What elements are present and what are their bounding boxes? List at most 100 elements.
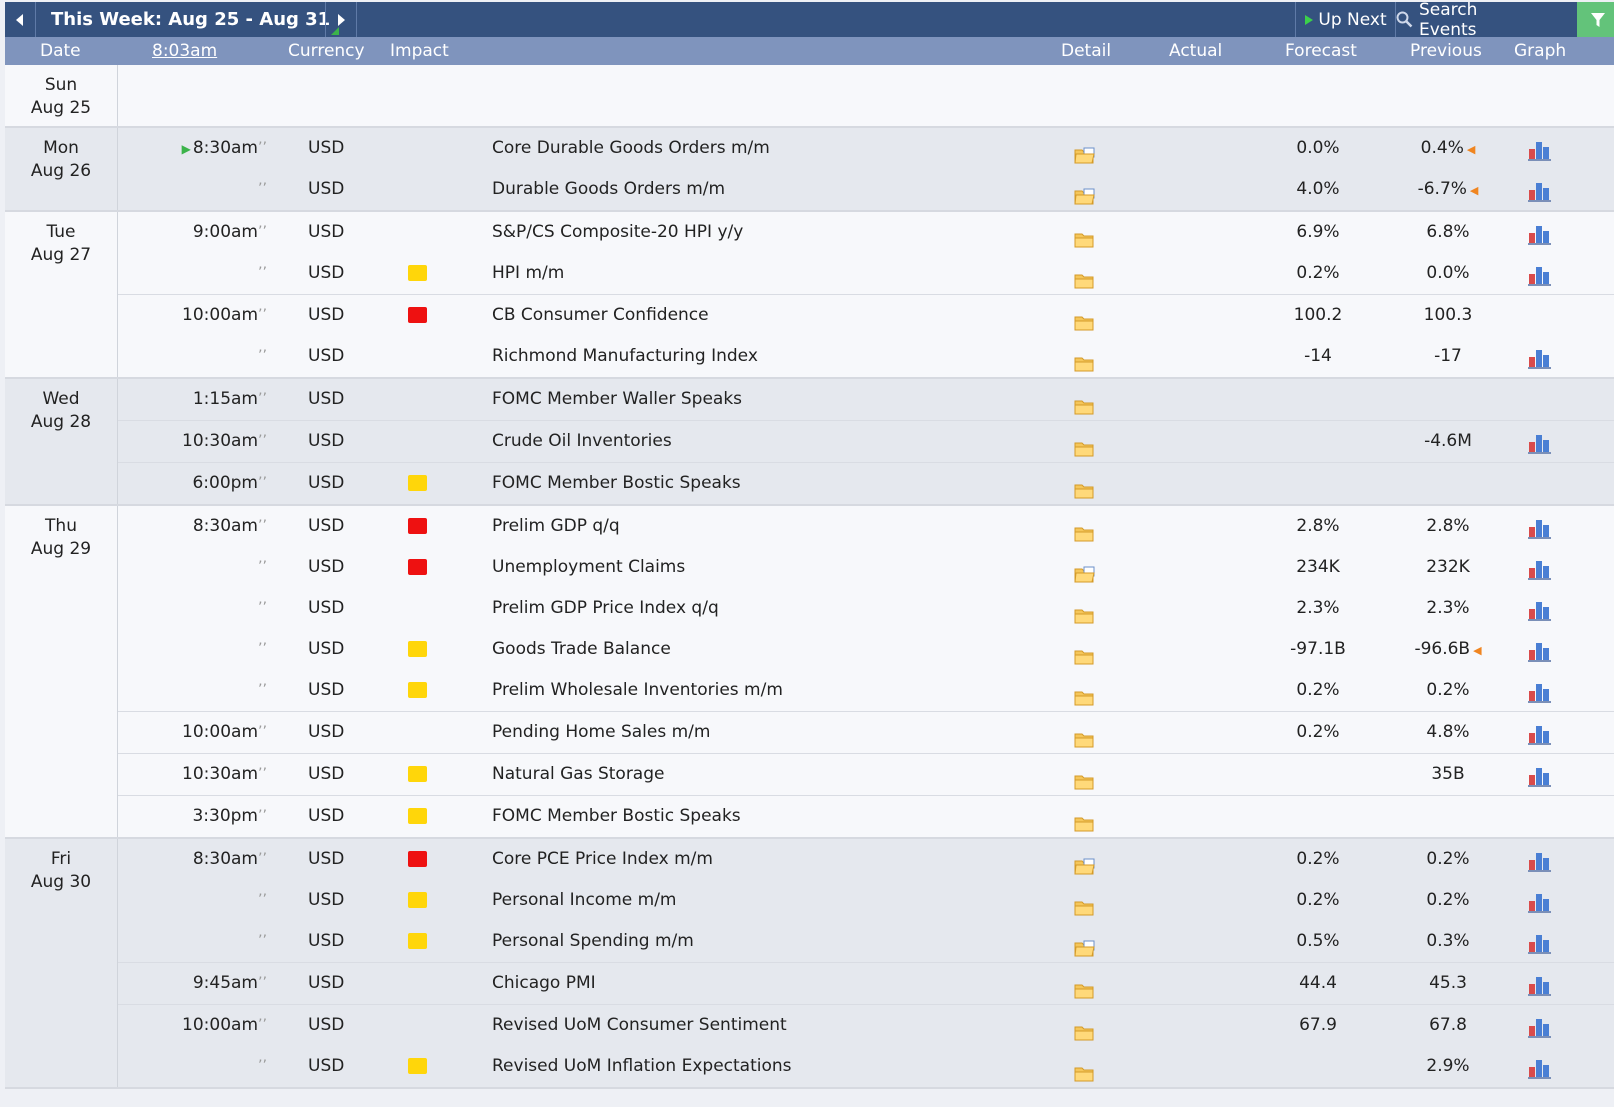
detail-folder-icon[interactable] <box>1074 974 1096 999</box>
graph-icon[interactable] <box>1527 678 1553 703</box>
detail-folder-icon[interactable] <box>1074 264 1096 289</box>
graph-icon[interactable] <box>1527 847 1553 872</box>
event-row[interactable]: ’’ USD Personal Income m/m 0.2% 0.2% <box>118 880 1614 921</box>
next-week-button[interactable] <box>325 2 357 37</box>
detail-folder-icon[interactable] <box>1074 474 1096 499</box>
week-title[interactable]: This Week: Aug 25 - Aug 31 <box>35 2 341 37</box>
detail-folder-icon[interactable] <box>1074 306 1096 331</box>
impact-icon[interactable] <box>408 724 427 740</box>
detail-folder-icon[interactable] <box>1074 640 1096 665</box>
detail-folder-icon[interactable] <box>1074 723 1096 748</box>
alert-bell-icon[interactable]: ’’ <box>258 712 267 753</box>
impact-icon[interactable] <box>408 892 427 908</box>
impact-icon[interactable] <box>408 600 427 616</box>
alert-bell-icon[interactable]: ’’ <box>258 421 267 462</box>
impact-icon[interactable] <box>408 559 427 575</box>
graph-icon[interactable] <box>1527 344 1553 369</box>
alert-bell-icon[interactable]: ’’ <box>258 588 267 629</box>
impact-icon[interactable] <box>408 1058 427 1074</box>
event-title[interactable]: Core PCE Price Index m/m <box>492 839 713 880</box>
alert-bell-icon[interactable]: ’’ <box>258 295 267 336</box>
event-row[interactable]: 10:30am’’ USD Crude Oil Inventories -4.6M <box>118 420 1614 462</box>
event-row[interactable]: 10:30am’’ USD Natural Gas Storage 35B <box>118 753 1614 795</box>
event-row[interactable]: 9:00am’’ USD S&P/CS Composite-20 HPI y/y 6.… <box>118 212 1614 253</box>
event-title[interactable]: Personal Income m/m <box>492 880 676 921</box>
event-title[interactable]: Prelim GDP q/q <box>492 506 620 547</box>
graph-icon[interactable] <box>1527 762 1553 787</box>
graph-icon[interactable] <box>1527 637 1553 662</box>
graph-icon[interactable] <box>1527 261 1553 286</box>
impact-icon[interactable] <box>408 518 427 534</box>
alert-bell-icon[interactable]: ’’ <box>258 128 267 169</box>
impact-icon[interactable] <box>408 641 427 657</box>
detail-folder-icon[interactable] <box>1074 681 1096 706</box>
search-events-button[interactable]: Search Events <box>1395 0 1540 40</box>
alert-bell-icon[interactable]: ’’ <box>258 463 267 504</box>
event-row[interactable]: 1:15am’’ USD FOMC Member Waller Speaks <box>118 379 1614 420</box>
alert-bell-icon[interactable]: ’’ <box>258 921 267 962</box>
event-row[interactable]: 8:30am’’ USD Core PCE Price Index m/m 0.2% 0… <box>118 839 1614 880</box>
event-row[interactable]: ’’ USD Personal Spending m/m 0.5% 0.3% <box>118 921 1614 962</box>
alert-bell-icon[interactable]: ’’ <box>258 796 267 837</box>
detail-folder-icon[interactable] <box>1074 558 1096 583</box>
impact-icon[interactable] <box>408 1017 427 1033</box>
impact-icon[interactable] <box>408 975 427 991</box>
detail-folder-icon[interactable] <box>1074 347 1096 372</box>
event-title[interactable]: Revised UoM Consumer Sentiment <box>492 1005 787 1046</box>
detail-folder-icon[interactable] <box>1074 390 1096 415</box>
impact-icon[interactable] <box>408 475 427 491</box>
alert-bell-icon[interactable]: ’’ <box>258 253 267 294</box>
event-row[interactable]: ▶ 8:30am’’ USD Core Durable Goods Orders m/… <box>118 128 1614 169</box>
event-row[interactable]: ’’ USD HPI m/m 0.2% 0.0% <box>118 253 1614 294</box>
alert-bell-icon[interactable]: ’’ <box>258 1005 267 1046</box>
alert-bell-icon[interactable]: ’’ <box>258 379 267 420</box>
detail-folder-icon[interactable] <box>1074 807 1096 832</box>
event-title[interactable]: Crude Oil Inventories <box>492 421 672 462</box>
alert-bell-icon[interactable]: ’’ <box>258 670 267 711</box>
detail-folder-icon[interactable] <box>1074 1016 1096 1041</box>
event-row[interactable]: ’’ USD Unemployment Claims 234K 232K <box>118 547 1614 588</box>
event-title[interactable]: S&P/CS Composite-20 HPI y/y <box>492 212 743 253</box>
event-title[interactable]: Revised UoM Inflation Expectations <box>492 1046 792 1087</box>
event-row[interactable]: 6:00pm’’ USD FOMC Member Bostic Speaks <box>118 462 1614 504</box>
graph-icon[interactable] <box>1527 555 1553 580</box>
alert-bell-icon[interactable]: ’’ <box>258 880 267 921</box>
event-row[interactable]: 10:00am’’ USD Revised UoM Consumer Sentime… <box>118 1004 1614 1046</box>
filter-button[interactable] <box>1577 2 1614 37</box>
graph-icon[interactable] <box>1527 1013 1553 1038</box>
event-title[interactable]: FOMC Member Waller Speaks <box>492 379 742 420</box>
event-title[interactable]: FOMC Member Bostic Speaks <box>492 463 741 504</box>
event-title[interactable]: Goods Trade Balance <box>492 629 671 670</box>
alert-bell-icon[interactable]: ’’ <box>258 629 267 670</box>
event-title[interactable]: Natural Gas Storage <box>492 754 664 795</box>
graph-icon[interactable] <box>1527 596 1553 621</box>
event-title[interactable]: FOMC Member Bostic Speaks <box>492 796 741 837</box>
impact-icon[interactable] <box>408 181 427 197</box>
alert-bell-icon[interactable]: ’’ <box>258 754 267 795</box>
event-title[interactable]: Durable Goods Orders m/m <box>492 169 725 210</box>
graph-icon[interactable] <box>1527 1054 1553 1079</box>
event-title[interactable]: CB Consumer Confidence <box>492 295 709 336</box>
event-row[interactable]: ’’ USD Prelim Wholesale Inventories m/m 0.2… <box>118 670 1614 711</box>
detail-folder-icon[interactable] <box>1074 223 1096 248</box>
event-row[interactable]: 3:30pm’’ USD FOMC Member Bostic Speaks <box>118 795 1614 837</box>
revised-marker-icon[interactable]: ◀ <box>1473 644 1481 657</box>
alert-bell-icon[interactable]: ’’ <box>258 506 267 547</box>
up-next-button[interactable]: Up Next <box>1295 2 1396 37</box>
alert-bell-icon[interactable]: ’’ <box>258 547 267 588</box>
impact-icon[interactable] <box>408 140 427 156</box>
event-row[interactable]: ’’ USD Goods Trade Balance -97.1B -96.6B ◀ <box>118 629 1614 670</box>
impact-icon[interactable] <box>408 391 427 407</box>
impact-icon[interactable] <box>408 682 427 698</box>
event-row[interactable]: ’’ USD Prelim GDP Price Index q/q 2.3% 2.3% <box>118 588 1614 629</box>
graph-icon[interactable] <box>1527 177 1553 202</box>
impact-icon[interactable] <box>408 851 427 867</box>
event-title[interactable]: Personal Spending m/m <box>492 921 694 962</box>
event-title[interactable]: Prelim Wholesale Inventories m/m <box>492 670 783 711</box>
event-row[interactable]: ’’ USD Richmond Manufacturing Index -14 -17 <box>118 336 1614 377</box>
detail-folder-icon[interactable] <box>1074 180 1096 205</box>
prev-week-button[interactable] <box>5 2 36 37</box>
alert-bell-icon[interactable]: ’’ <box>258 336 267 377</box>
event-row[interactable]: 10:00am’’ USD Pending Home Sales m/m 0.2% 4.… <box>118 711 1614 753</box>
alert-bell-icon[interactable]: ’’ <box>258 839 267 880</box>
